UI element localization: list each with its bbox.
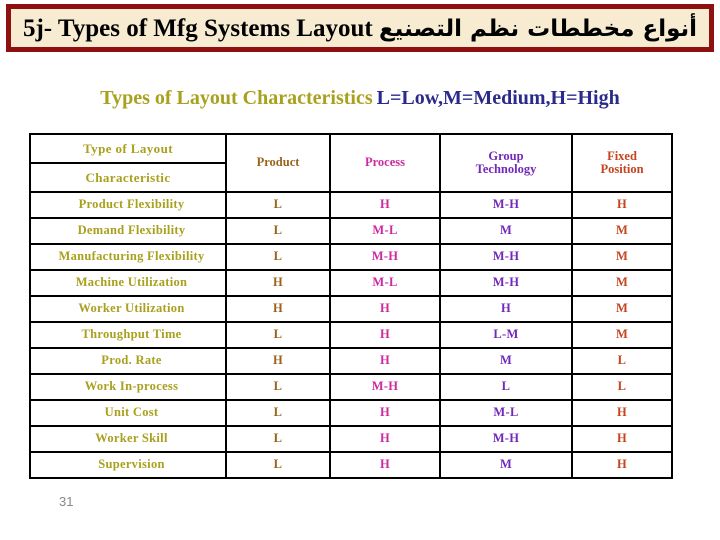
cell-fixed-position: M bbox=[571, 321, 673, 349]
column-header-fixed-position: Fixed Position bbox=[571, 133, 673, 193]
subtitle-heading: Types of Layout Characteristics bbox=[100, 87, 373, 109]
table-corner-header: Type of Layout Characteristic bbox=[29, 133, 227, 193]
cell-process: H bbox=[329, 191, 441, 219]
cell-fixed-position: M bbox=[571, 295, 673, 323]
table-header-row: Type of Layout Characteristic Product Pr… bbox=[29, 133, 673, 193]
fixed-position-line1: Fixed bbox=[607, 148, 637, 163]
table-row: Prod. Rate H H M L bbox=[29, 347, 673, 375]
slide-title-banner: 5j- Types of Mfg Systems Layout أنواع مخ… bbox=[6, 4, 714, 52]
row-characteristic-label: Demand Flexibility bbox=[29, 217, 227, 245]
layout-characteristics-table: Type of Layout Characteristic Product Pr… bbox=[29, 133, 673, 479]
column-header-process: Process bbox=[329, 133, 441, 193]
table-row: Throughput Time L H L-M M bbox=[29, 321, 673, 349]
row-characteristic-label: Work In-process bbox=[29, 373, 227, 401]
cell-process: H bbox=[329, 399, 441, 427]
cell-group-technology: L-M bbox=[439, 321, 573, 349]
cell-fixed-position: H bbox=[571, 399, 673, 427]
page-number: 31 bbox=[59, 494, 74, 509]
corner-header-line2: Characteristic bbox=[85, 170, 171, 185]
fixed-position-line2: Position bbox=[600, 162, 644, 176]
cell-group-technology: H bbox=[439, 295, 573, 323]
table-row: Worker Utilization H H H M bbox=[29, 295, 673, 323]
slide-title-english: 5j- Types of Mfg Systems Layout bbox=[22, 14, 373, 42]
cell-product: L bbox=[225, 321, 331, 349]
column-header-group-technology: Group Technology bbox=[439, 133, 573, 193]
group-technology-line2: Technology bbox=[475, 162, 537, 176]
cell-group-technology: L bbox=[439, 373, 573, 401]
cell-product: L bbox=[225, 217, 331, 245]
table-row: Worker Skill L H M-H H bbox=[29, 425, 673, 453]
cell-group-technology: M bbox=[439, 451, 573, 479]
cell-product: L bbox=[225, 191, 331, 219]
row-characteristic-label: Machine Utilization bbox=[29, 269, 227, 297]
cell-product: L bbox=[225, 425, 331, 453]
cell-group-technology: M-H bbox=[439, 425, 573, 453]
cell-fixed-position: L bbox=[571, 347, 673, 375]
row-characteristic-label: Product Flexibility bbox=[29, 191, 227, 219]
cell-fixed-position: M bbox=[571, 243, 673, 271]
row-characteristic-label: Supervision bbox=[29, 451, 227, 479]
row-characteristic-label: Worker Skill bbox=[29, 425, 227, 453]
cell-group-technology: M-H bbox=[439, 243, 573, 271]
cell-process: H bbox=[329, 425, 441, 453]
table-row: Demand Flexibility L M-L M M bbox=[29, 217, 673, 245]
column-header-product: Product bbox=[225, 133, 331, 193]
table-row: Product Flexibility L H M-H H bbox=[29, 191, 673, 219]
table-row: Supervision L H M H bbox=[29, 451, 673, 479]
cell-product: L bbox=[225, 373, 331, 401]
subtitle-line: Types of Layout Characteristics L=Low,M=… bbox=[0, 88, 720, 108]
cell-product: L bbox=[225, 451, 331, 479]
cell-fixed-position: M bbox=[571, 269, 673, 297]
cell-group-technology: M-H bbox=[439, 269, 573, 297]
cell-product: H bbox=[225, 269, 331, 297]
cell-process: H bbox=[329, 321, 441, 349]
table-row: Unit Cost L H M-L H bbox=[29, 399, 673, 427]
cell-process: H bbox=[329, 347, 441, 375]
cell-group-technology: M bbox=[439, 217, 573, 245]
cell-product: H bbox=[225, 347, 331, 375]
cell-product: L bbox=[225, 399, 331, 427]
cell-group-technology: M-H bbox=[439, 191, 573, 219]
cell-process: M-L bbox=[329, 269, 441, 297]
cell-fixed-position: L bbox=[571, 373, 673, 401]
table-row: Work In-process L M-H L L bbox=[29, 373, 673, 401]
cell-process: H bbox=[329, 451, 441, 479]
row-characteristic-label: Throughput Time bbox=[29, 321, 227, 349]
slide-title: 5j- Types of Mfg Systems Layout أنواع مخ… bbox=[23, 16, 697, 41]
cell-product: H bbox=[225, 295, 331, 323]
cell-process: M-L bbox=[329, 217, 441, 245]
cell-process: M-H bbox=[329, 373, 441, 401]
group-technology-line1: Group bbox=[488, 148, 524, 163]
corner-header-line1: Type of Layout bbox=[31, 135, 225, 164]
row-characteristic-label: Prod. Rate bbox=[29, 347, 227, 375]
slide-title-arabic: أنواع مخططات نظم التصنيع bbox=[378, 15, 698, 42]
subtitle-legend: L=Low,M=Medium,H=High bbox=[376, 87, 620, 109]
cell-product: L bbox=[225, 243, 331, 271]
cell-fixed-position: H bbox=[571, 451, 673, 479]
cell-fixed-position: M bbox=[571, 217, 673, 245]
cell-group-technology: M-L bbox=[439, 399, 573, 427]
row-characteristic-label: Worker Utilization bbox=[29, 295, 227, 323]
row-characteristic-label: Unit Cost bbox=[29, 399, 227, 427]
cell-fixed-position: H bbox=[571, 425, 673, 453]
cell-group-technology: M bbox=[439, 347, 573, 375]
cell-process: H bbox=[329, 295, 441, 323]
table-row: Manufacturing Flexibility L M-H M-H M bbox=[29, 243, 673, 271]
cell-fixed-position: H bbox=[571, 191, 673, 219]
row-characteristic-label: Manufacturing Flexibility bbox=[29, 243, 227, 271]
cell-process: M-H bbox=[329, 243, 441, 271]
table-row: Machine Utilization H M-L M-H M bbox=[29, 269, 673, 297]
